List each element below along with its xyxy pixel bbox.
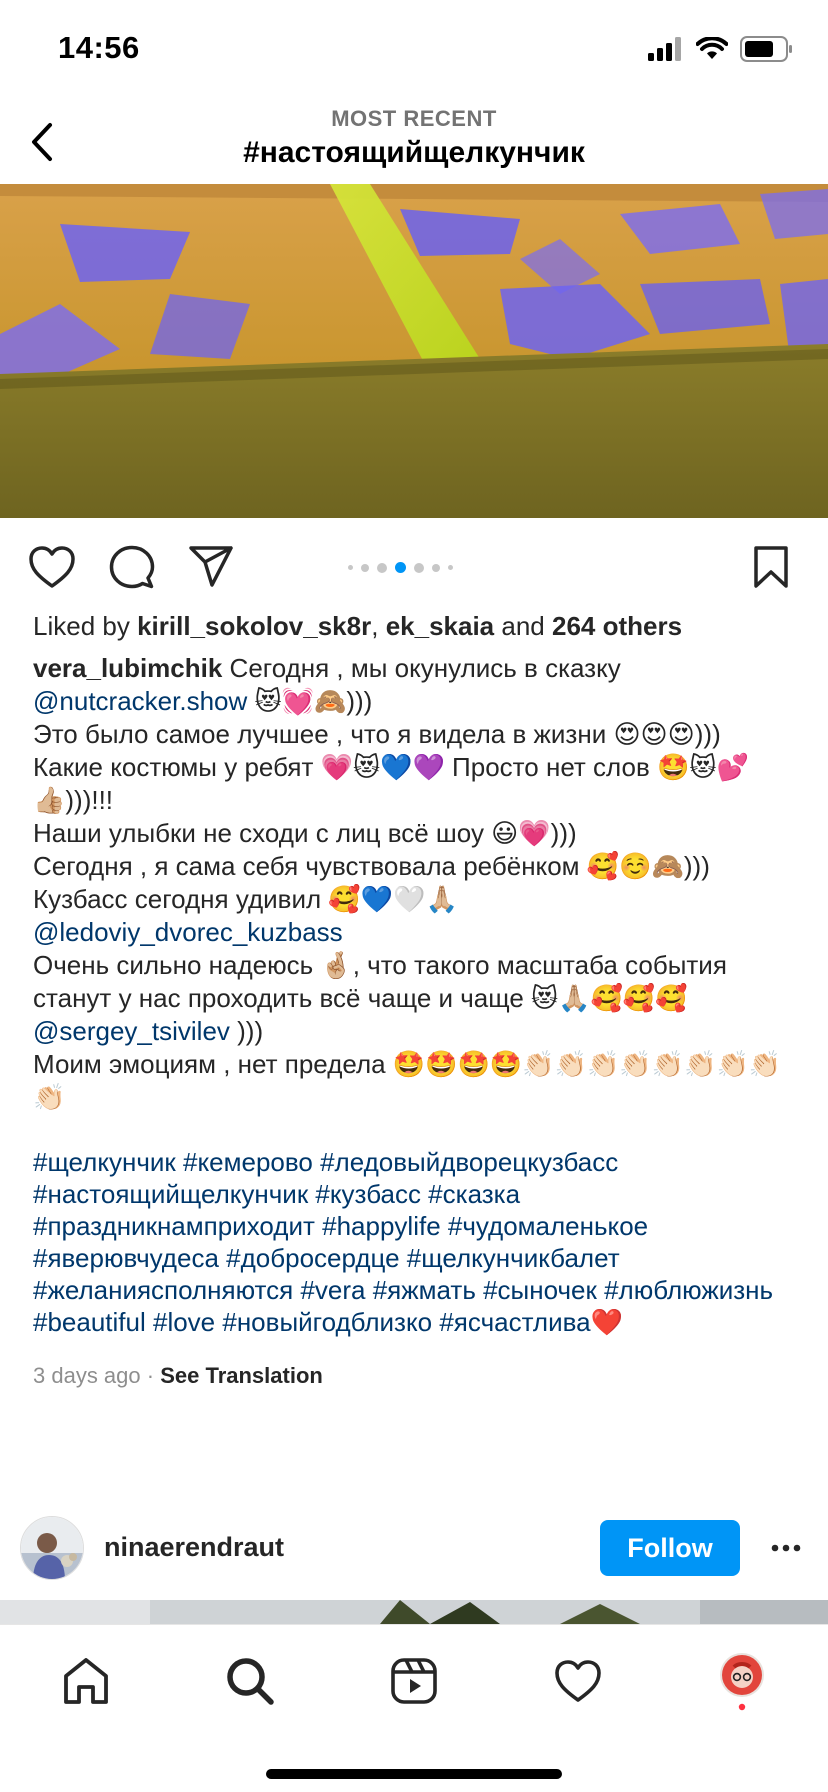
tab-profile[interactable] — [712, 1651, 772, 1711]
carousel-indicator — [348, 562, 453, 573]
avatar[interactable] — [20, 1516, 84, 1580]
post-content: Liked by kirill_sokolov_sk8r, ek_skaia a… — [33, 610, 795, 1392]
reels-icon — [391, 1658, 437, 1704]
wifi-icon — [696, 37, 728, 59]
see-translation-link[interactable]: See Translation — [160, 1363, 323, 1388]
likes-prefix: Liked by — [33, 611, 130, 641]
carousel-dot — [448, 565, 453, 570]
liker-link[interactable]: kirill_sokolov_sk8r — [137, 611, 371, 641]
post-meta: 3 days ago · See Translation — [33, 1363, 323, 1388]
post-username[interactable]: ninaerendraut — [104, 1532, 284, 1563]
liker-link[interactable]: ek_skaia — [386, 611, 494, 641]
like-icon — [29, 546, 75, 588]
carousel-dot — [348, 565, 353, 570]
caption-username[interactable]: vera_lubimchik — [33, 653, 222, 683]
home-indicator — [266, 1769, 562, 1779]
avatar-image — [21, 1517, 83, 1579]
next-post-image[interactable] — [0, 1600, 828, 1624]
tab-bar — [0, 1624, 828, 1792]
more-icon — [771, 1544, 801, 1552]
save-button[interactable] — [746, 542, 796, 592]
mention-link[interactable]: @nutcracker.show — [33, 686, 247, 716]
tab-search[interactable] — [220, 1651, 280, 1711]
carousel-dot — [395, 562, 406, 573]
tab-reels[interactable] — [384, 1651, 444, 1711]
hashtags[interactable]: #щелкунчик #кемерово #ледовыйдворецкузба… — [33, 1146, 795, 1338]
header: MOST RECENT #настоящийщелкунчик — [0, 100, 828, 184]
more-options-button[interactable] — [764, 1530, 808, 1566]
status-time: 14:56 — [58, 30, 140, 65]
page-title: #настоящийщелкунчик — [243, 136, 585, 169]
post-time: 3 days ago — [33, 1363, 141, 1388]
tab-home[interactable] — [56, 1651, 116, 1711]
mention-link[interactable]: @ledoviy_dvorec_kuzbass — [33, 917, 343, 947]
post-image[interactable] — [0, 184, 828, 518]
search-icon — [227, 1658, 274, 1705]
mention-link[interactable]: @sergey_tsivilev — [33, 1016, 230, 1046]
next-post-photo — [0, 1600, 828, 1624]
status-bar: 14:56 — [0, 0, 828, 100]
carousel-dot — [377, 562, 387, 573]
like-button[interactable] — [27, 542, 77, 592]
share-button[interactable] — [186, 542, 236, 592]
others-link[interactable]: 264 others — [552, 611, 682, 641]
action-bar — [0, 534, 828, 598]
carousel-dot — [432, 563, 440, 572]
comment-button[interactable] — [107, 542, 157, 592]
header-subtitle: MOST RECENT — [331, 106, 497, 131]
next-post-header: ninaerendraut Follow — [0, 1510, 828, 1586]
cellular-signal-icon — [648, 37, 681, 61]
profile-icon — [720, 1653, 764, 1711]
post-photo — [0, 184, 828, 518]
tab-activity[interactable] — [548, 1651, 608, 1711]
follow-button[interactable]: Follow — [600, 1520, 740, 1576]
battery-icon — [740, 36, 792, 62]
caption: vera_lubimchik Сегодня , мы окунулись в … — [33, 653, 782, 1112]
carousel-dot — [361, 563, 369, 572]
carousel-dot — [414, 562, 424, 573]
activity-icon — [555, 1660, 601, 1702]
home-icon — [64, 1658, 108, 1704]
status-icons — [648, 36, 794, 62]
share-icon — [189, 546, 233, 587]
save-icon — [754, 546, 788, 588]
comment-icon — [109, 545, 155, 589]
likes-line: Liked by kirill_sokolov_sk8r, ek_skaia a… — [33, 611, 683, 641]
